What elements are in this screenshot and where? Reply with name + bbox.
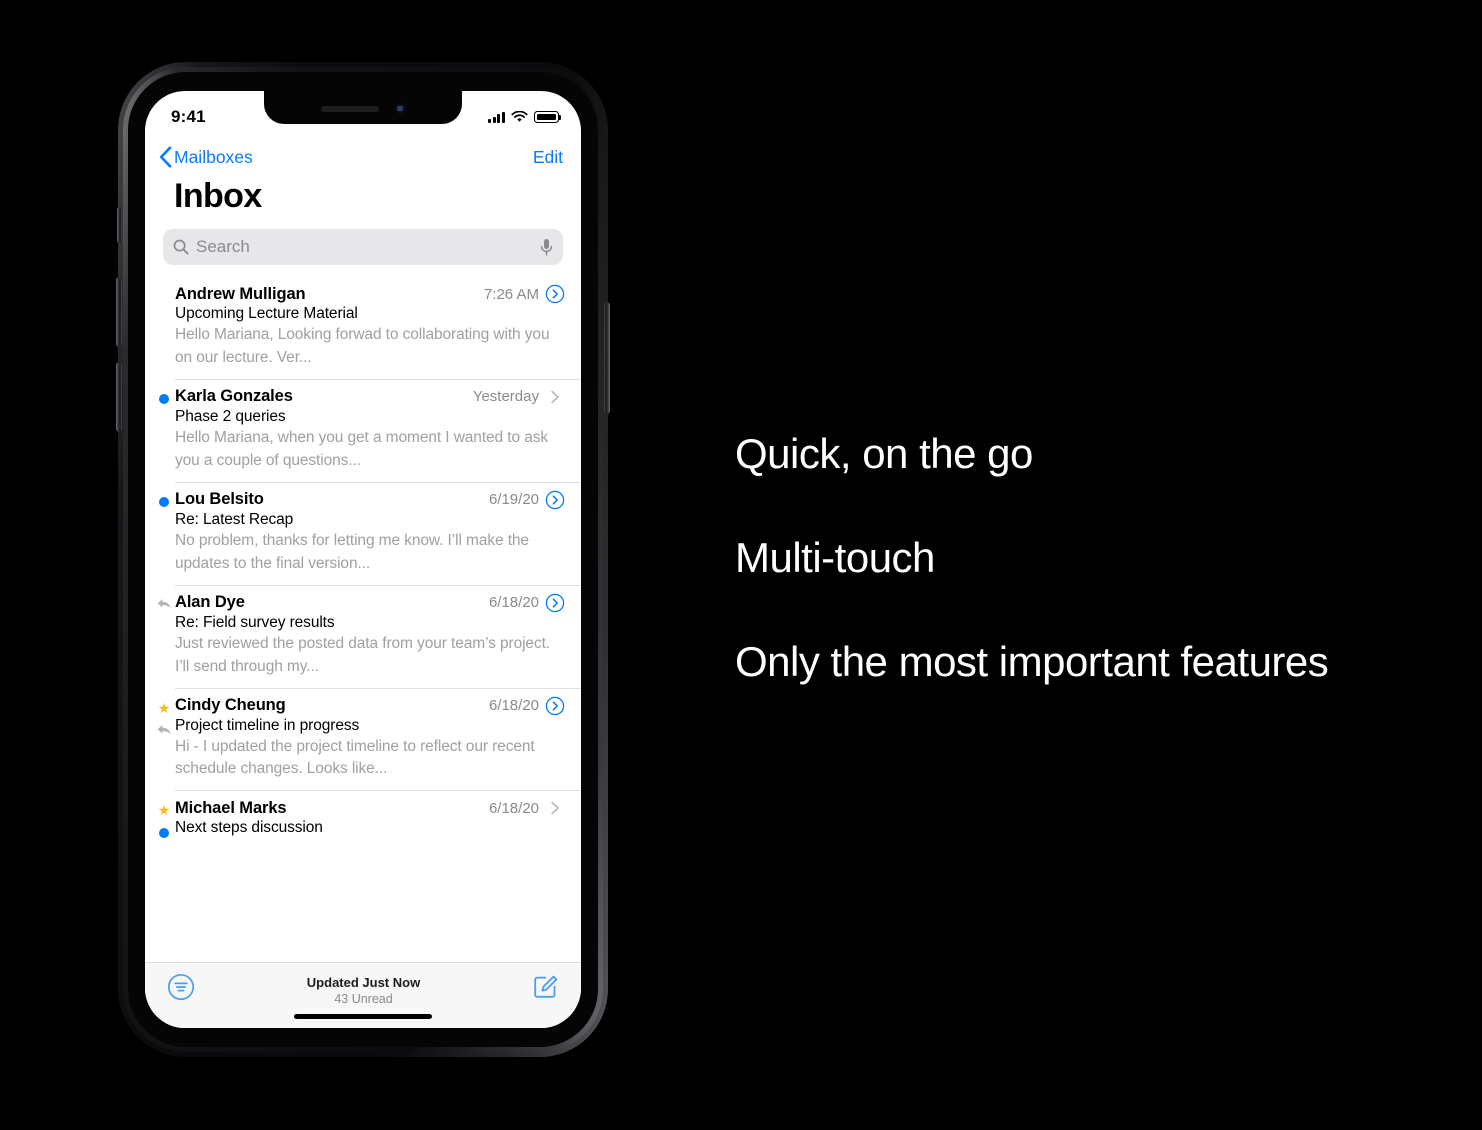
email-sender: Michael Marks <box>175 798 287 817</box>
table-row[interactable]: Karla Gonzales Yesterday Phase 2 queries… <box>145 378 581 482</box>
email-subject: Project timeline in progress <box>175 716 360 734</box>
back-to-mailboxes-button[interactable]: Mailboxes <box>159 146 253 168</box>
volume-up-button[interactable] <box>116 277 122 347</box>
earpiece-speaker-icon <box>320 105 379 112</box>
page-title: Inbox <box>174 177 262 215</box>
email-meta: 6/18/20 <box>481 798 565 818</box>
email-preview: Hello Mariana, Looking forwad to collabo… <box>175 326 550 366</box>
edit-button[interactable]: Edit <box>533 147 563 168</box>
iphone-device-mockup: 9:41 Mailboxes Edit Inbox Search Andrew … <box>116 62 610 1057</box>
email-meta: Yesterday <box>465 387 565 407</box>
silent-switch[interactable] <box>117 207 122 243</box>
email-subject: Upcoming Lecture Material <box>175 305 358 322</box>
email-preview: Hello Mariana, when you get a moment I w… <box>175 428 549 469</box>
update-status-text: Updated Just Now <box>306 975 421 990</box>
replied-arrow-icon <box>156 597 172 616</box>
search-bar[interactable]: Search <box>163 229 563 265</box>
replied-arrow-icon <box>156 723 172 742</box>
email-meta: 6/19/20 <box>481 490 565 510</box>
email-sender: Karla Gonzales <box>175 387 293 406</box>
status-bar-time: 9:41 <box>171 107 206 126</box>
navigation-bar: Mailboxes Edit <box>145 135 581 179</box>
email-date: 6/19/20 <box>488 491 539 509</box>
chevron-left-icon <box>159 146 172 168</box>
callout-line: Multi-touch <box>735 534 935 581</box>
wifi-icon <box>511 111 528 122</box>
microphone-icon[interactable] <box>540 238 553 257</box>
email-subject: Next steps discussion <box>175 819 323 837</box>
cellular-signal-icon <box>488 111 505 123</box>
table-row[interactable]: Andrew Mulligan 7:26 AM Upcoming Lecture… <box>145 276 581 379</box>
feature-callout-list: Quick, on the go Multi-touch Only the mo… <box>735 430 1455 686</box>
flag-star-icon: ★ <box>157 802 171 819</box>
email-sender: Andrew Mulligan <box>175 284 306 303</box>
email-date: Yesterday <box>472 388 539 406</box>
chevron-right-icon[interactable] <box>545 798 565 818</box>
device-notch <box>264 91 462 124</box>
email-sender: Lou Belsito <box>175 490 264 509</box>
power-button[interactable] <box>604 302 610 414</box>
email-sender: Cindy Cheung <box>175 696 286 714</box>
compose-icon[interactable] <box>532 973 559 1000</box>
flag-star-icon: ★ <box>157 699 171 716</box>
email-preview: Just reviewed the posted data from your … <box>175 634 551 675</box>
unread-count-text: 43 Unread <box>334 992 393 1006</box>
email-list[interactable]: Andrew Mulligan 7:26 AM Upcoming Lecture… <box>145 276 581 1028</box>
mailbox-status: Updated Just Now 43 Unread <box>307 975 420 1006</box>
email-meta: 6/18/20 <box>481 593 565 613</box>
filter-icon[interactable] <box>167 973 195 1001</box>
table-row[interactable]: Lou Belsito 6/19/20 Re: Latest Recap No … <box>145 481 581 585</box>
email-sender: Alan Dye <box>175 593 245 612</box>
callout-line: Quick, on the go <box>735 430 1033 477</box>
email-date: 7:26 AM <box>483 285 539 303</box>
email-subject: Re: Latest Recap <box>175 510 294 528</box>
detail-disclosure-icon[interactable] <box>545 284 565 304</box>
unread-dot-icon <box>156 391 172 409</box>
front-camera-icon <box>394 103 406 114</box>
email-subject: Phase 2 queries <box>175 407 286 425</box>
detail-disclosure-icon[interactable] <box>545 593 565 613</box>
table-row[interactable]: ★ Michael Marks 6/18/20 Next steps discu… <box>145 790 581 847</box>
detail-disclosure-icon[interactable] <box>545 490 565 510</box>
email-date: 6/18/20 <box>488 799 539 817</box>
email-meta: 6/18/20 <box>481 696 565 716</box>
phone-screen: 9:41 Mailboxes Edit Inbox Search Andrew … <box>145 91 581 1028</box>
email-date: 6/18/20 <box>488 697 539 714</box>
battery-icon <box>534 111 562 123</box>
search-input[interactable]: Search <box>196 237 540 257</box>
table-row[interactable]: ★ Cindy Cheung 6/18/20 Project timeline … <box>145 687 581 791</box>
detail-disclosure-icon[interactable] <box>545 696 565 716</box>
table-row[interactable]: Alan Dye 6/18/20 Re: Field survey result… <box>145 584 581 688</box>
status-bar-indicators <box>488 111 562 123</box>
email-preview: Hi - I updated the project timeline to r… <box>175 737 535 778</box>
unread-dot-icon <box>156 494 172 512</box>
back-button-label: Mailboxes <box>174 146 253 167</box>
chevron-right-icon[interactable] <box>545 387 565 407</box>
home-indicator[interactable] <box>294 1014 432 1019</box>
email-meta: 7:26 AM <box>476 284 565 304</box>
callout-line: Only the most important features <box>735 638 1329 685</box>
slide-canvas: 9:41 Mailboxes Edit Inbox Search Andrew … <box>0 0 1482 1130</box>
volume-down-button[interactable] <box>116 362 122 432</box>
email-date: 6/18/20 <box>488 594 539 612</box>
unread-dot-icon <box>156 825 172 843</box>
email-preview: No problem, thanks for letting me know. … <box>175 531 529 572</box>
email-subject: Re: Field survey results <box>175 613 335 631</box>
search-icon <box>173 239 189 255</box>
